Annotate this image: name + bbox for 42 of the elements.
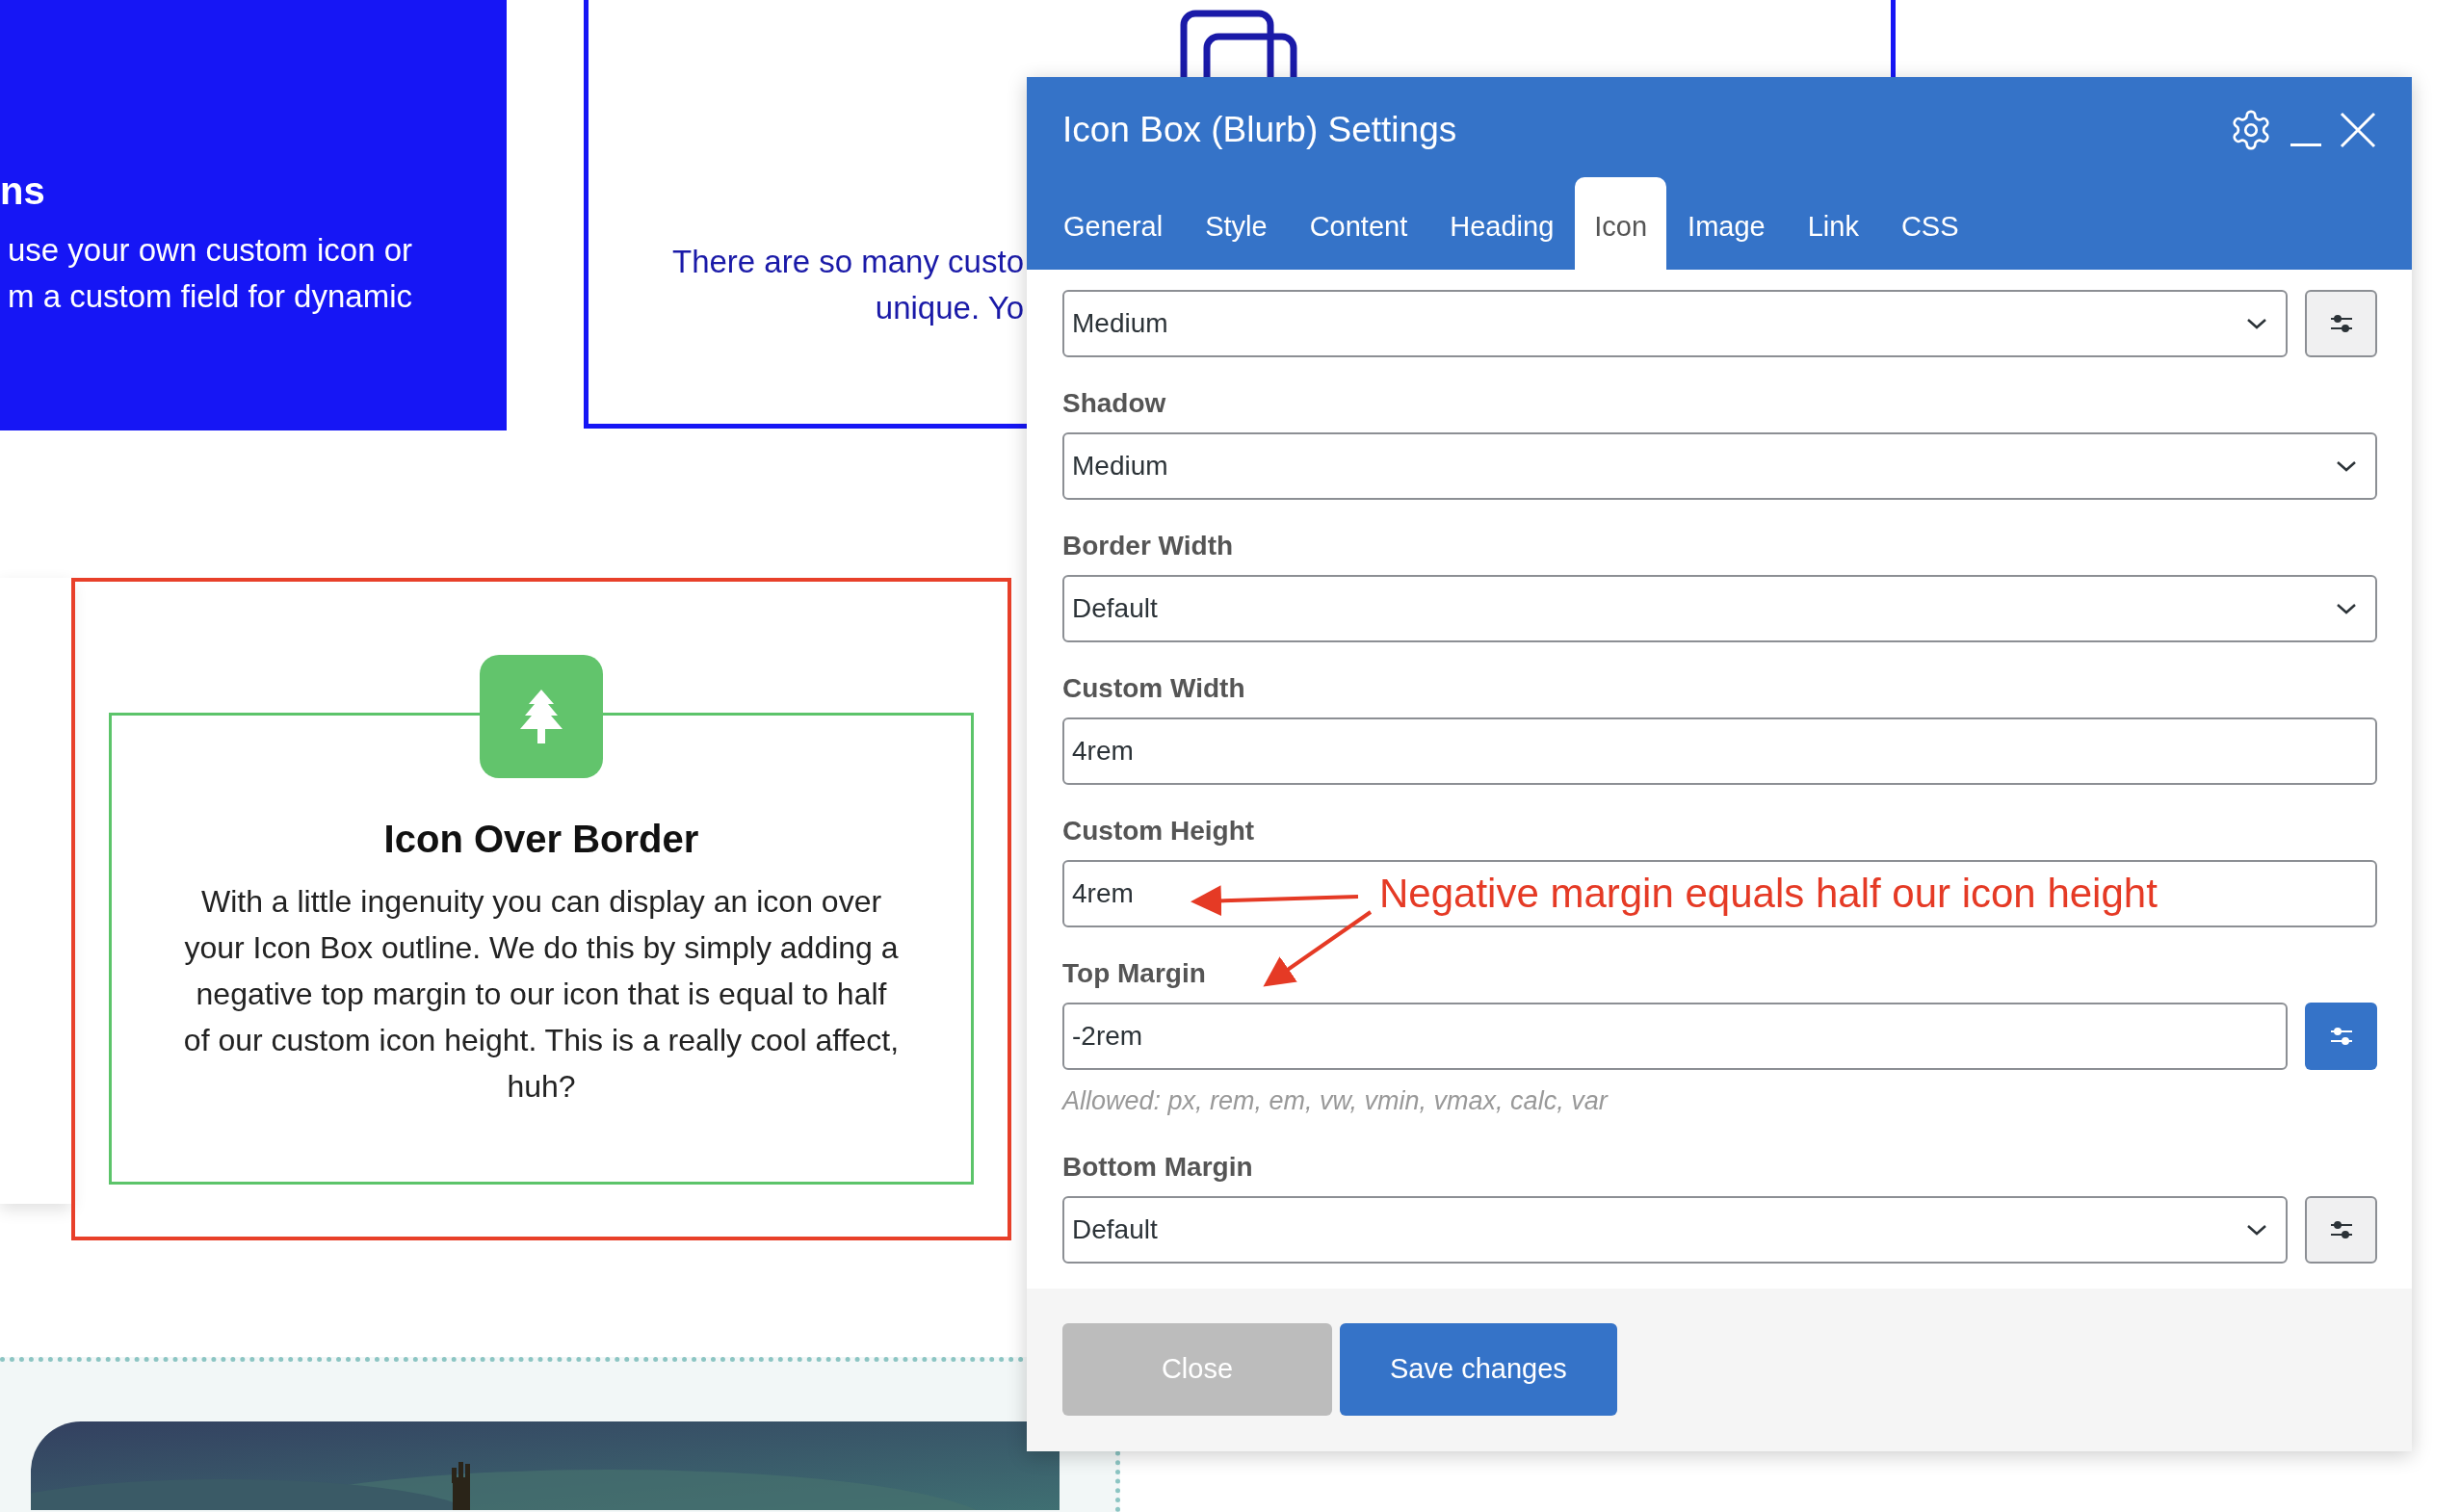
tab[interactable]: CSS — [1879, 177, 1980, 270]
close-icon — [2339, 111, 2377, 149]
chevron-down-icon — [2245, 316, 2268, 331]
tab[interactable]: Image — [1666, 177, 1787, 270]
select-field[interactable]: Medium — [1062, 290, 2288, 357]
sliders-icon — [2328, 1026, 2354, 1047]
select-field[interactable]: Default — [1062, 575, 2377, 642]
dialog-title: Icon Box (Blurb) Settings — [1062, 109, 1457, 152]
select-field[interactable]: Medium — [1062, 432, 2377, 500]
chevron-down-icon — [2335, 458, 2358, 474]
field-label: Custom Height — [1062, 815, 1256, 847]
input-field[interactable]: 4rem — [1062, 717, 2377, 785]
tab[interactable]: Content — [1288, 177, 1429, 270]
close-button[interactable] — [2339, 111, 2377, 149]
field-label: Bottom Margin — [1062, 1150, 1254, 1184]
hint-text: Allowed: px, rem, em, vw, vmin, vmax, calc, var — [1062, 1085, 1609, 1117]
sliders-icon — [2328, 1218, 2354, 1240]
card-text: There are so many custo — [672, 243, 1024, 281]
icon-box-text: With a little ingenuity you can display an icon over your Icon Box outline. We do this by simply adding a negative top margin to our icon that is equal to half of our custom icon height. This is a really cool affect, huh? — [182, 883, 901, 1106]
tab[interactable]: Link — [1786, 177, 1880, 270]
field-label: Top Margin — [1062, 957, 1207, 990]
card-text: m a custom field for dynamic — [7, 277, 413, 316]
input-field[interactable]: -2rem — [1062, 1003, 2288, 1070]
tab[interactable]: Icon — [1575, 177, 1667, 270]
tree-icon — [519, 690, 563, 743]
tab[interactable]: Style — [1184, 177, 1289, 270]
card-text: use your own custom icon or — [7, 231, 414, 270]
field-label: Custom Width — [1062, 672, 1246, 705]
card-text: unique. Yo — [875, 289, 1024, 327]
sliders-icon — [2328, 313, 2354, 334]
tab[interactable]: Heading — [1428, 177, 1576, 270]
annotation-text: Negative margin equals half our icon height — [1379, 870, 2158, 918]
adjust-button[interactable] — [2305, 290, 2377, 357]
chevron-down-icon — [2335, 601, 2358, 616]
tab[interactable]: General — [1042, 177, 1185, 270]
field-label: Shadow — [1062, 387, 1167, 420]
save-button[interactable]: Save changes — [1340, 1323, 1617, 1416]
card-heading: ns — [0, 169, 45, 214]
field-label: Border Width — [1062, 530, 1235, 562]
select-field[interactable]: Default — [1062, 1195, 2288, 1264]
adjust-button[interactable] — [2305, 1195, 2377, 1264]
icon-box-heading: Icon Over Border — [383, 817, 699, 862]
